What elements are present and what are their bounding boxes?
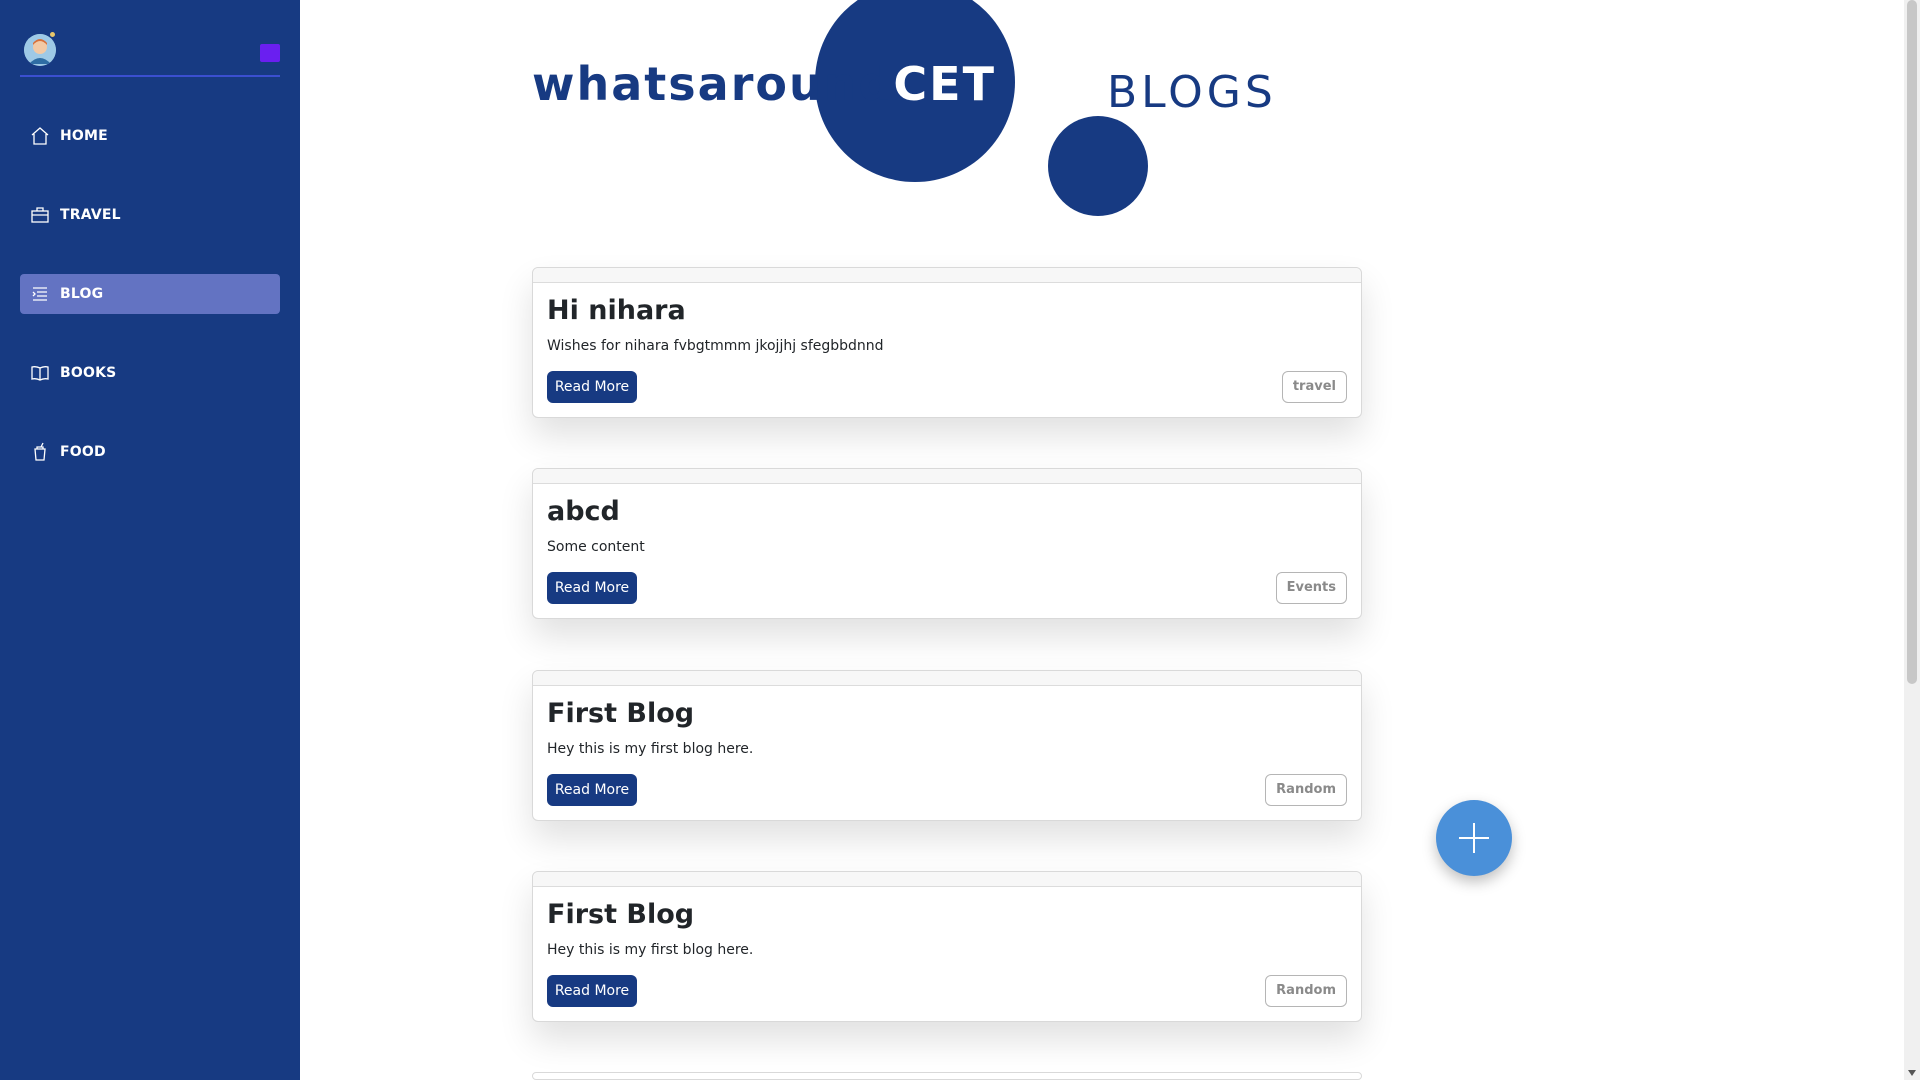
card-header	[533, 872, 1361, 887]
main-content: whatsaroundCET BLOGS Hi nihara Wishes fo…	[300, 0, 1904, 1080]
hero-header: whatsaroundCET BLOGS	[300, 0, 1904, 230]
sidebar-item-label: TRAVEL	[60, 207, 121, 223]
sidebar-item-label: FOOD	[60, 444, 106, 460]
category-tag[interactable]: travel	[1281, 371, 1347, 403]
blog-card: Hi nihara Wishes for nihara fvbgtmmm jko…	[532, 267, 1362, 418]
sidebar-item-travel[interactable]: TRAVEL	[20, 195, 280, 235]
plus-icon	[1459, 823, 1489, 853]
list-icon	[32, 287, 47, 301]
scrollbar[interactable]	[1904, 0, 1920, 1080]
collapse-toggle-icon[interactable]	[260, 44, 280, 62]
blog-card-partial	[532, 1072, 1362, 1080]
scroll-down-icon[interactable]	[1908, 1070, 1916, 1076]
read-more-button[interactable]: Read More	[547, 371, 637, 403]
blog-title: Hi nihara	[547, 295, 686, 326]
read-more-button[interactable]: Read More	[547, 774, 637, 806]
status-dot	[50, 32, 55, 37]
decorative-circle-small	[1048, 116, 1148, 216]
blog-excerpt: Some content	[547, 539, 645, 555]
brand-logo: whatsaroundCET	[532, 57, 996, 111]
sidebar-item-blog[interactable]: BLOG	[20, 274, 280, 314]
category-tag[interactable]: Events	[1275, 572, 1347, 604]
blog-card: First Blog Hey this is my first blog her…	[532, 670, 1362, 821]
card-header	[533, 469, 1361, 484]
category-tag[interactable]: Random	[1265, 774, 1347, 806]
sidebar-header	[20, 32, 280, 77]
card-header	[533, 671, 1361, 686]
sidebar-item-label: HOME	[60, 128, 108, 144]
home-icon	[31, 127, 49, 145]
sidebar-item-label: BOOKS	[60, 365, 117, 381]
blog-title: abcd	[547, 496, 620, 527]
page-title: BLOGS	[1107, 67, 1277, 118]
blog-card: First Blog Hey this is my first blog her…	[532, 871, 1362, 1022]
sidebar-item-food[interactable]: FOOD	[20, 432, 280, 472]
briefcase-icon	[31, 207, 49, 223]
blog-title: First Blog	[547, 698, 695, 729]
sidebar-item-home[interactable]: HOME	[20, 116, 280, 156]
sidebar-item-label: BLOG	[60, 286, 104, 302]
add-post-button[interactable]	[1436, 800, 1512, 876]
card-header	[533, 268, 1361, 283]
cup-icon	[34, 442, 46, 461]
read-more-button[interactable]: Read More	[547, 975, 637, 1007]
read-more-button[interactable]: Read More	[547, 572, 637, 604]
brand-suffix: CET	[893, 57, 996, 111]
user-avatar[interactable]	[24, 34, 56, 66]
brand-prefix: whatsaround	[532, 57, 894, 111]
blog-card: abcd Some content Read More Events	[532, 468, 1362, 619]
book-icon	[31, 366, 49, 381]
sidebar: HOME TRAVEL BLOG BOOKS FOOD	[0, 0, 300, 1080]
scrollbar-thumb[interactable]	[1907, 0, 1917, 684]
avatar-icon	[24, 34, 56, 66]
sidebar-item-books[interactable]: BOOKS	[20, 353, 280, 393]
blog-excerpt: Hey this is my first blog here.	[547, 942, 754, 958]
blog-title: First Blog	[547, 899, 695, 930]
blog-excerpt: Wishes for nihara fvbgtmmm jkojjhj sfegb…	[547, 338, 884, 354]
blog-excerpt: Hey this is my first blog here.	[547, 741, 754, 757]
category-tag[interactable]: Random	[1265, 975, 1347, 1007]
